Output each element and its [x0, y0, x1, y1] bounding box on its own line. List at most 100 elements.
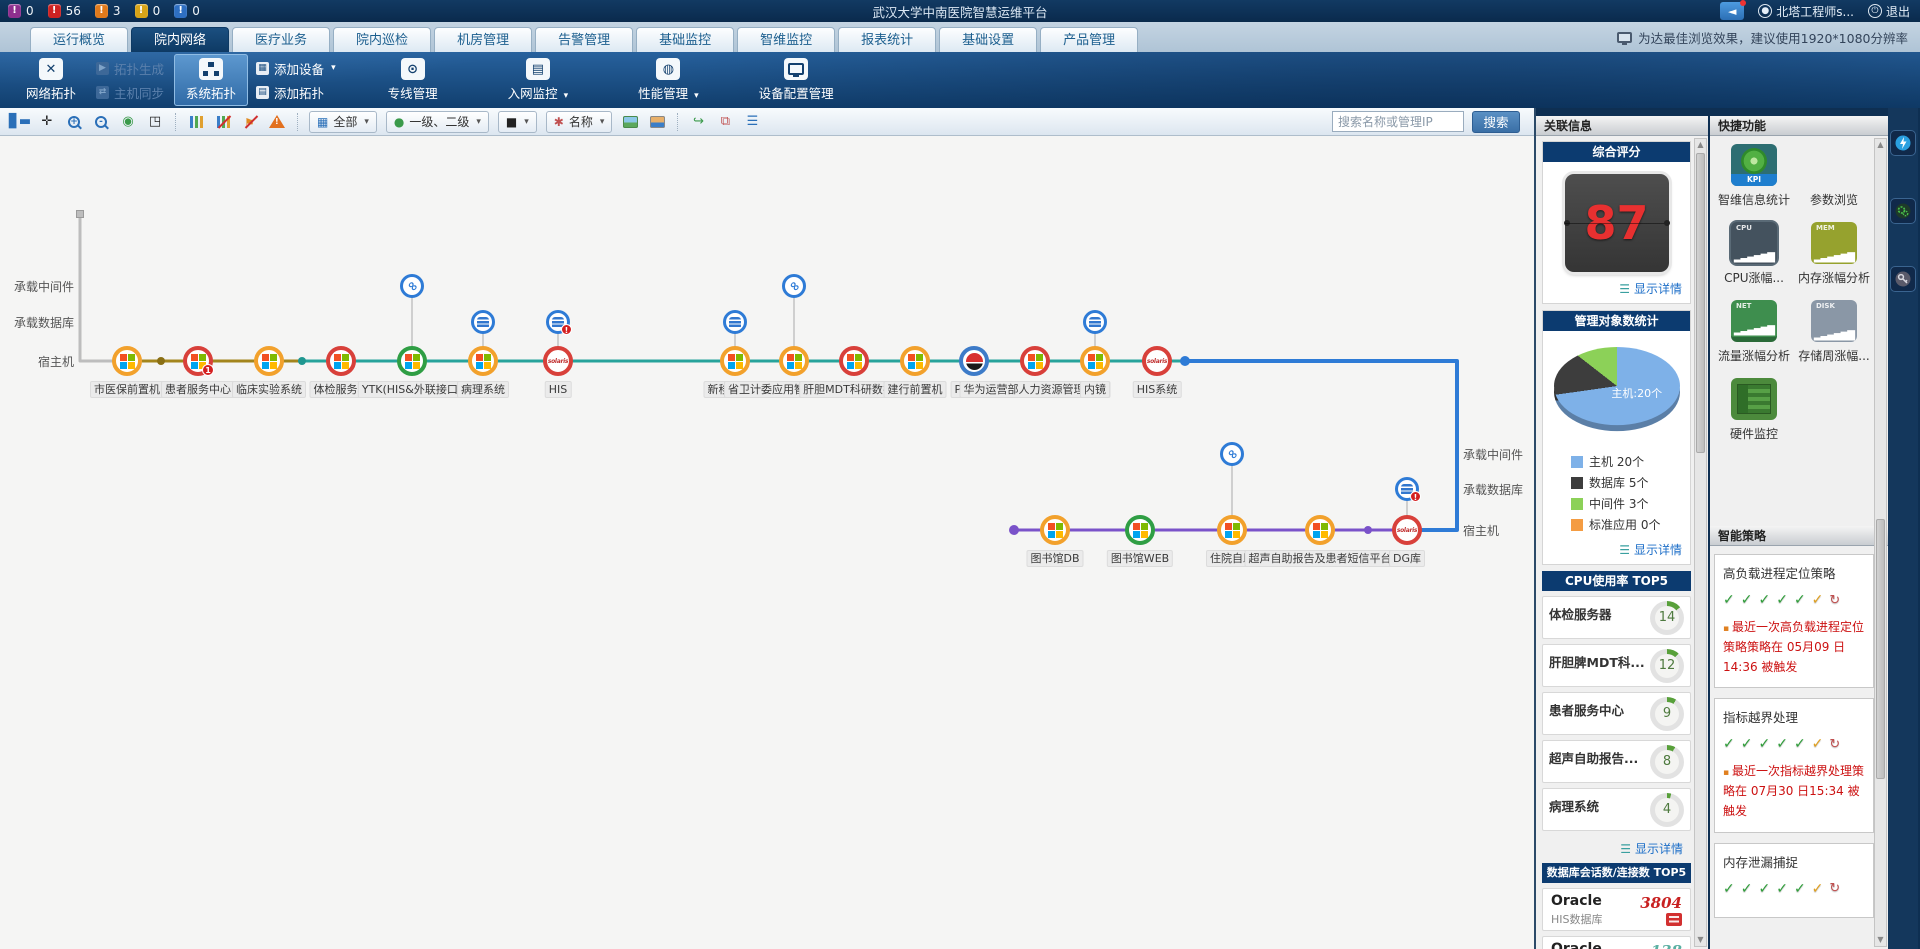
quick-app-clipboard[interactable]: 参数浏览: [1794, 144, 1874, 208]
topology-node[interactable]: [468, 346, 498, 376]
cpu-top5-item[interactable]: 患者服务中心: [1542, 692, 1691, 735]
topology-node[interactable]: [254, 346, 284, 376]
topology-node[interactable]: [326, 346, 356, 376]
scope-dropdown[interactable]: ▦ 全部▾: [309, 111, 377, 133]
link-handle[interactable]: [76, 210, 84, 218]
chart-off-icon[interactable]: [211, 111, 235, 133]
alert-badge[interactable]: !0: [8, 4, 34, 18]
cpu-top5-item[interactable]: 体检服务器: [1542, 596, 1691, 639]
topology-node[interactable]: [1125, 515, 1155, 545]
cpu-top5-item[interactable]: 病理系统: [1542, 788, 1691, 831]
database-icon[interactable]: [1083, 310, 1107, 334]
ribbon-system-topology[interactable]: 系统拓扑: [174, 54, 248, 106]
quick-app-board[interactable]: 硬件监控: [1714, 378, 1794, 442]
alert-badge[interactable]: !0: [135, 4, 161, 18]
search-button[interactable]: 搜索: [1472, 111, 1520, 133]
list-view-icon[interactable]: ☰: [740, 111, 764, 133]
flag-off-icon[interactable]: [238, 111, 262, 133]
database-icon[interactable]: [471, 310, 495, 334]
db-session-item[interactable]: OracleHIS数据库3804: [1542, 888, 1691, 931]
topology-node[interactable]: [1305, 515, 1335, 545]
tab-医疗业务[interactable]: 医疗业务: [232, 27, 330, 52]
scroll-thumb[interactable]: [1876, 519, 1885, 779]
quick-app-net[interactable]: NET▂▃▄▅▆▇流量涨幅分析: [1714, 300, 1794, 364]
middleware-icon[interactable]: ∞: [1220, 442, 1244, 466]
quick-app-mem[interactable]: MEM▂▃▄▅▆▇内存涨幅分析: [1794, 222, 1874, 286]
topology-node[interactable]: [1080, 346, 1110, 376]
check-icon[interactable]: ✓: [1758, 881, 1770, 897]
ribbon-add-topology[interactable]: ▤ 添加拓扑: [256, 83, 336, 102]
quick-app-disk[interactable]: DISK▂▃▄▅▆▇存储周涨幅...: [1794, 300, 1874, 364]
quick-action-lightning-button[interactable]: [1890, 130, 1916, 156]
topology-node[interactable]: [720, 346, 750, 376]
check-icon[interactable]: ✓: [1741, 736, 1753, 752]
topology-node[interactable]: [397, 346, 427, 376]
zoom-in-icon[interactable]: +: [62, 111, 86, 133]
topology-node[interactable]: solaris: [543, 346, 573, 376]
warning-check-icon[interactable]: ✓: [1812, 881, 1824, 897]
check-icon[interactable]: ✓: [1758, 736, 1770, 752]
chart-icon[interactable]: [184, 111, 208, 133]
check-icon[interactable]: ✓: [1794, 592, 1806, 608]
scroll-down-arrow[interactable]: ▼: [1695, 934, 1706, 946]
warning-check-icon[interactable]: ✓: [1812, 592, 1824, 608]
topology-node[interactable]: [1020, 346, 1050, 376]
level-dropdown[interactable]: ● 一级、二级▾: [386, 111, 489, 133]
ribbon-line-mgmt[interactable]: ⊙ 专线管理: [376, 54, 450, 106]
check-icon[interactable]: ✓: [1794, 736, 1806, 752]
objects-detail-link[interactable]: ☰ 显示详情: [1543, 537, 1690, 564]
label-mode-dropdown[interactable]: ✱ 名称▾: [546, 111, 613, 133]
tab-运行概览[interactable]: 运行概览: [30, 27, 128, 52]
check-icon[interactable]: ✓: [1741, 592, 1753, 608]
alert-badge[interactable]: !56: [48, 4, 81, 18]
check-icon[interactable]: ✓: [1776, 736, 1788, 752]
quick-action-gears-button[interactable]: [1890, 198, 1916, 224]
select-region-icon[interactable]: ◳: [143, 111, 167, 133]
hierarchy-layout-icon[interactable]: ▊▬: [8, 111, 32, 133]
tab-告警管理[interactable]: 告警管理: [535, 27, 633, 52]
database-icon[interactable]: !: [1395, 477, 1419, 501]
middleware-icon[interactable]: ∞: [782, 274, 806, 298]
database-icon[interactable]: [723, 310, 747, 334]
search-input[interactable]: [1332, 111, 1464, 132]
photo-color-icon[interactable]: [645, 111, 669, 133]
tab-机房管理[interactable]: 机房管理: [434, 27, 532, 52]
export-icon[interactable]: ↪: [686, 111, 710, 133]
tab-院内巡检[interactable]: 院内巡检: [333, 27, 431, 52]
cpu-detail-link[interactable]: ☰ 显示详情: [1542, 836, 1691, 863]
alert-badge[interactable]: !3: [95, 4, 121, 18]
score-detail-link[interactable]: ☰ 显示详情: [1543, 276, 1690, 303]
topology-node[interactable]: solaris: [1392, 515, 1422, 545]
ribbon-network-topology[interactable]: ✕ 网络拓扑: [14, 54, 88, 106]
topology-node[interactable]: [779, 346, 809, 376]
ribbon-network-access[interactable]: ▤ 入网监控 ▾: [496, 54, 581, 106]
check-icon[interactable]: ✓: [1758, 592, 1770, 608]
scroll-thumb[interactable]: [1696, 153, 1705, 453]
pan-icon[interactable]: ✛: [35, 111, 59, 133]
logout-button[interactable]: ⏻ 退出: [1868, 3, 1910, 20]
refresh-icon[interactable]: ↻: [1829, 593, 1840, 608]
copy-icon[interactable]: ⧉: [713, 111, 737, 133]
db-session-item[interactable]: Oracle同步库138: [1542, 936, 1691, 949]
tab-基础监控[interactable]: 基础监控: [636, 27, 734, 52]
topology-canvas[interactable]: 承载中间件承载数据库宿主机承载中间件承载数据库宿主机市医保前置机1患者服务中心临…: [0, 136, 1534, 949]
shape-dropdown[interactable]: ■▾: [498, 111, 537, 133]
photo-icon[interactable]: [618, 111, 642, 133]
overview-icon[interactable]: ◉: [116, 111, 140, 133]
ribbon-topology-generate[interactable]: ▶ 拓扑生成: [96, 59, 164, 78]
check-icon[interactable]: ✓: [1776, 592, 1788, 608]
scroll-up-arrow[interactable]: ▲: [1875, 139, 1886, 151]
check-icon[interactable]: ✓: [1794, 881, 1806, 897]
topology-node[interactable]: [839, 346, 869, 376]
quick-action-key-button[interactable]: [1890, 266, 1916, 292]
sound-button[interactable]: ◄: [1720, 2, 1744, 20]
zoom-out-icon[interactable]: -: [89, 111, 113, 133]
tab-报表统计[interactable]: 报表统计: [838, 27, 936, 52]
check-icon[interactable]: ✓: [1723, 881, 1735, 897]
ribbon-add-device[interactable]: ▦ 添加设备▾: [256, 59, 336, 78]
user-menu[interactable]: ● 北塔工程师s...: [1758, 3, 1854, 20]
refresh-icon[interactable]: ↻: [1829, 881, 1840, 896]
check-icon[interactable]: ✓: [1741, 881, 1753, 897]
alarm-filter-icon[interactable]: [265, 111, 289, 133]
topology-node[interactable]: [900, 346, 930, 376]
